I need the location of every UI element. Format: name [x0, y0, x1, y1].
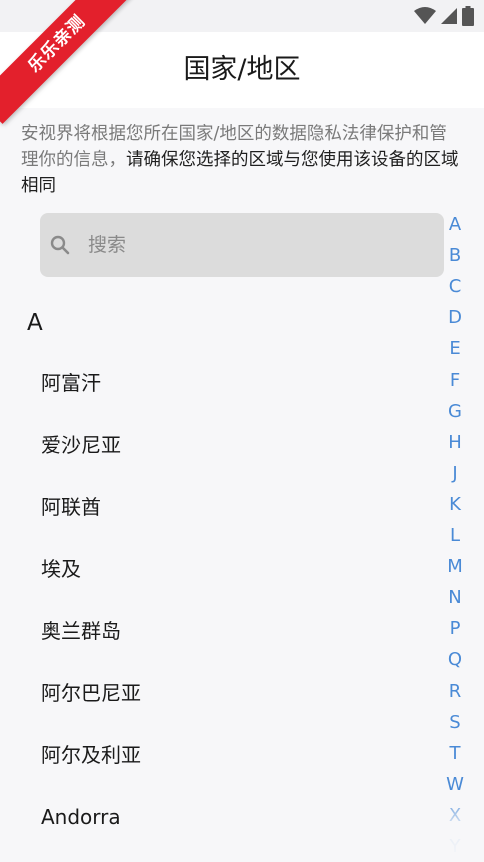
index-letter[interactable]: X [442, 805, 468, 827]
index-letter[interactable]: E [442, 338, 468, 360]
index-letter[interactable]: F [442, 370, 468, 392]
index-letter[interactable]: B [442, 245, 468, 267]
index-letter[interactable]: A [442, 214, 468, 236]
signal-icon [441, 8, 457, 24]
index-letter[interactable]: C [442, 276, 468, 298]
status-icons [414, 6, 474, 26]
index-letter[interactable]: L [442, 525, 468, 547]
index-letter[interactable]: P [442, 618, 468, 640]
index-letter[interactable]: M [442, 556, 468, 578]
index-letter[interactable]: S [442, 712, 468, 734]
search-placeholder: 搜索 [88, 234, 127, 256]
index-letter[interactable]: J [442, 463, 468, 485]
list-item[interactable]: 阿尔巴尼亚 [41, 662, 421, 724]
search-input[interactable]: 搜索 [40, 213, 444, 277]
list-item[interactable]: 阿联酋 [41, 476, 421, 538]
index-letter[interactable]: N [442, 587, 468, 609]
list-item[interactable]: 阿富汗 [41, 352, 421, 414]
index-letter[interactable]: R [442, 681, 468, 703]
privacy-notice: 安视界将根据您所在国家/地区的数据隐私法律保护和管理你的信息，请确保您选择的区域… [21, 121, 461, 199]
index-letter[interactable]: D [442, 307, 468, 329]
index-letter[interactable]: Q [442, 649, 468, 671]
index-letter[interactable]: G [442, 401, 468, 423]
index-letter[interactable]: W [442, 774, 468, 796]
page-title: 国家/地区 [183, 54, 301, 85]
list-item[interactable]: 爱沙尼亚 [41, 414, 421, 476]
alphabet-index[interactable]: ABCDEFGHJKLMNPQRSTWXY [442, 214, 468, 857]
list-item[interactable]: 阿尔及利亚 [41, 724, 421, 786]
index-letter[interactable]: T [442, 743, 468, 765]
battery-icon [462, 6, 474, 26]
index-letter[interactable]: Y [442, 836, 468, 858]
index-letter[interactable]: H [442, 432, 468, 454]
list-item[interactable]: 埃及 [41, 538, 421, 600]
list-item[interactable]: 奥兰群岛 [41, 600, 421, 662]
search-icon [50, 235, 70, 255]
index-letter[interactable]: K [442, 494, 468, 516]
wifi-icon [414, 7, 436, 24]
list-item[interactable]: Andorra [41, 786, 421, 848]
section-header: A [27, 310, 43, 336]
